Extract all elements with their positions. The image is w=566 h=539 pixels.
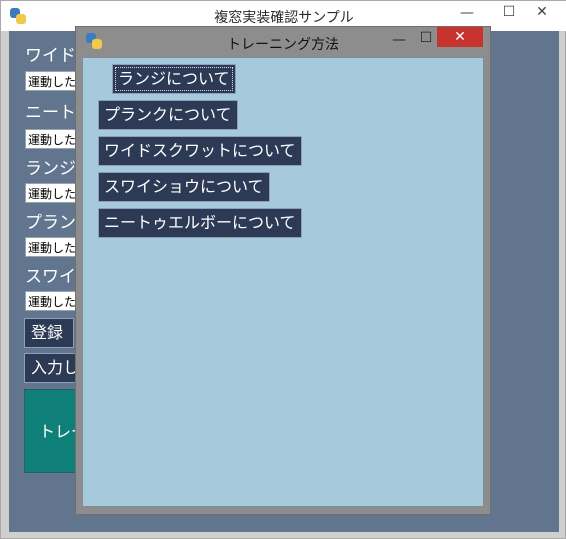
sub-client-area: ランジについて プランクについて ワイドスクワットについて スワイショウについて… [82, 57, 484, 507]
register-button[interactable]: 登録 [24, 318, 74, 348]
sub-window: トレーニング方法 — ☐ ✕ ランジについて プランクについて ワイドスクワット… [75, 26, 491, 515]
maximize-icon[interactable]: ☐ [495, 2, 523, 22]
close-icon[interactable]: ✕ [437, 27, 483, 47]
plank-info-button[interactable]: プランクについて [98, 100, 238, 130]
minimize-icon[interactable]: — [388, 30, 410, 50]
sub-titlebar[interactable]: トレーニング方法 — ☐ ✕ [76, 27, 490, 55]
maximize-icon[interactable]: ☐ [415, 28, 437, 48]
lunge-info-button[interactable]: ランジについて [112, 64, 236, 94]
knee-to-elbow-info-button[interactable]: ニートゥエルボーについて [98, 208, 302, 238]
swaishou-info-button[interactable]: スワイショウについて [98, 172, 270, 202]
label-lunge: ランジ [25, 159, 76, 179]
wide-squat-info-button[interactable]: ワイドスクワットについて [98, 136, 302, 166]
main-window-title: 複窓実装確認サンプル [214, 10, 354, 26]
close-icon[interactable]: ✕ [523, 2, 561, 22]
minimize-icon[interactable]: — [453, 3, 481, 23]
